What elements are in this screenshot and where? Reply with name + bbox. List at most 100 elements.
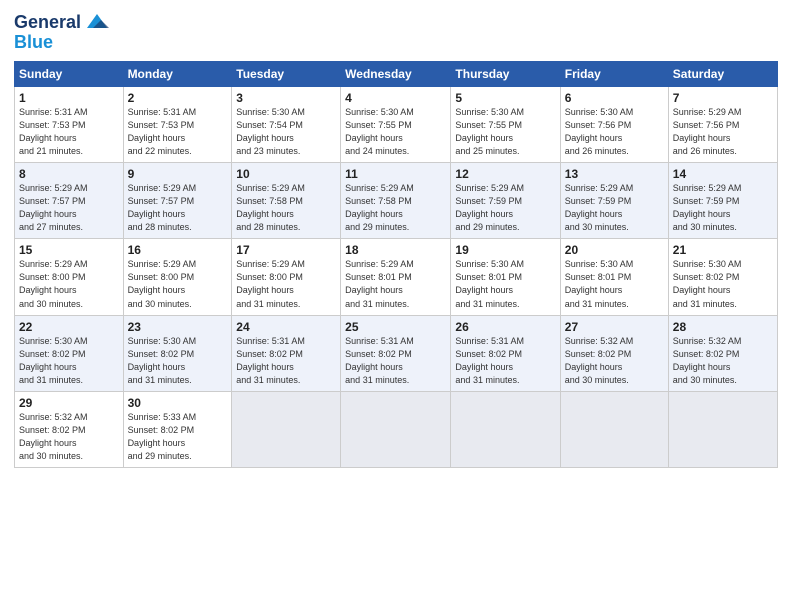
day-cell: 8 Sunrise: 5:29 AM Sunset: 7:57 PM Dayli… (15, 163, 124, 239)
day-number: 16 (128, 243, 228, 257)
day-number: 21 (673, 243, 773, 257)
empty-cell (668, 391, 777, 467)
day-info: Sunrise: 5:31 AM Sunset: 7:53 PM Dayligh… (128, 106, 228, 158)
day-number: 23 (128, 320, 228, 334)
day-cell: 11 Sunrise: 5:29 AM Sunset: 7:58 PM Dayl… (341, 163, 451, 239)
day-info: Sunrise: 5:29 AM Sunset: 7:57 PM Dayligh… (19, 182, 119, 234)
day-number: 11 (345, 167, 446, 181)
logo-icon (83, 8, 111, 36)
day-info: Sunrise: 5:30 AM Sunset: 8:01 PM Dayligh… (565, 258, 664, 310)
day-cell: 1 Sunrise: 5:31 AM Sunset: 7:53 PM Dayli… (15, 87, 124, 163)
empty-cell (232, 391, 341, 467)
day-info: Sunrise: 5:31 AM Sunset: 8:02 PM Dayligh… (236, 335, 336, 387)
col-tuesday: Tuesday (232, 62, 341, 87)
day-info: Sunrise: 5:29 AM Sunset: 8:00 PM Dayligh… (19, 258, 119, 310)
day-cell: 29 Sunrise: 5:32 AM Sunset: 8:02 PM Dayl… (15, 391, 124, 467)
weekday-header-row: Sunday Monday Tuesday Wednesday Thursday… (15, 62, 778, 87)
day-cell: 28 Sunrise: 5:32 AM Sunset: 8:02 PM Dayl… (668, 315, 777, 391)
day-number: 2 (128, 91, 228, 105)
day-cell: 19 Sunrise: 5:30 AM Sunset: 8:01 PM Dayl… (451, 239, 560, 315)
day-cell: 18 Sunrise: 5:29 AM Sunset: 8:01 PM Dayl… (341, 239, 451, 315)
empty-cell (560, 391, 668, 467)
day-number: 3 (236, 91, 336, 105)
day-info: Sunrise: 5:30 AM Sunset: 7:54 PM Dayligh… (236, 106, 336, 158)
day-info: Sunrise: 5:31 AM Sunset: 8:02 PM Dayligh… (345, 335, 446, 387)
day-cell: 7 Sunrise: 5:29 AM Sunset: 7:56 PM Dayli… (668, 87, 777, 163)
calendar-table: Sunday Monday Tuesday Wednesday Thursday… (14, 61, 778, 468)
day-number: 20 (565, 243, 664, 257)
calendar-row: 15 Sunrise: 5:29 AM Sunset: 8:00 PM Dayl… (15, 239, 778, 315)
day-info: Sunrise: 5:30 AM Sunset: 7:56 PM Dayligh… (565, 106, 664, 158)
day-info: Sunrise: 5:29 AM Sunset: 7:59 PM Dayligh… (565, 182, 664, 234)
day-info: Sunrise: 5:31 AM Sunset: 7:53 PM Dayligh… (19, 106, 119, 158)
day-cell: 24 Sunrise: 5:31 AM Sunset: 8:02 PM Dayl… (232, 315, 341, 391)
day-cell: 22 Sunrise: 5:30 AM Sunset: 8:02 PM Dayl… (15, 315, 124, 391)
calendar-row: 29 Sunrise: 5:32 AM Sunset: 8:02 PM Dayl… (15, 391, 778, 467)
day-cell: 23 Sunrise: 5:30 AM Sunset: 8:02 PM Dayl… (123, 315, 232, 391)
day-cell: 27 Sunrise: 5:32 AM Sunset: 8:02 PM Dayl… (560, 315, 668, 391)
empty-cell (451, 391, 560, 467)
calendar-page: General Blue Sunday Monday Tuesday Wedne… (0, 0, 792, 612)
day-number: 22 (19, 320, 119, 334)
day-cell: 25 Sunrise: 5:31 AM Sunset: 8:02 PM Dayl… (341, 315, 451, 391)
day-cell: 5 Sunrise: 5:30 AM Sunset: 7:55 PM Dayli… (451, 87, 560, 163)
day-number: 10 (236, 167, 336, 181)
day-info: Sunrise: 5:30 AM Sunset: 7:55 PM Dayligh… (455, 106, 555, 158)
day-number: 25 (345, 320, 446, 334)
day-cell: 10 Sunrise: 5:29 AM Sunset: 7:58 PM Dayl… (232, 163, 341, 239)
empty-cell (341, 391, 451, 467)
day-number: 14 (673, 167, 773, 181)
day-cell: 15 Sunrise: 5:29 AM Sunset: 8:00 PM Dayl… (15, 239, 124, 315)
day-number: 28 (673, 320, 773, 334)
day-number: 27 (565, 320, 664, 334)
day-cell: 20 Sunrise: 5:30 AM Sunset: 8:01 PM Dayl… (560, 239, 668, 315)
day-cell: 30 Sunrise: 5:33 AM Sunset: 8:02 PM Dayl… (123, 391, 232, 467)
day-info: Sunrise: 5:29 AM Sunset: 8:00 PM Dayligh… (128, 258, 228, 310)
day-info: Sunrise: 5:30 AM Sunset: 7:55 PM Dayligh… (345, 106, 446, 158)
day-cell: 16 Sunrise: 5:29 AM Sunset: 8:00 PM Dayl… (123, 239, 232, 315)
day-cell: 13 Sunrise: 5:29 AM Sunset: 7:59 PM Dayl… (560, 163, 668, 239)
day-number: 7 (673, 91, 773, 105)
day-number: 12 (455, 167, 555, 181)
day-info: Sunrise: 5:30 AM Sunset: 8:02 PM Dayligh… (19, 335, 119, 387)
day-number: 4 (345, 91, 446, 105)
day-info: Sunrise: 5:32 AM Sunset: 8:02 PM Dayligh… (673, 335, 773, 387)
col-sunday: Sunday (15, 62, 124, 87)
day-number: 30 (128, 396, 228, 410)
col-wednesday: Wednesday (341, 62, 451, 87)
header: General Blue (14, 10, 778, 53)
day-info: Sunrise: 5:29 AM Sunset: 7:59 PM Dayligh… (673, 182, 773, 234)
day-number: 15 (19, 243, 119, 257)
day-info: Sunrise: 5:32 AM Sunset: 8:02 PM Dayligh… (19, 411, 119, 463)
calendar-row: 22 Sunrise: 5:30 AM Sunset: 8:02 PM Dayl… (15, 315, 778, 391)
calendar-row: 8 Sunrise: 5:29 AM Sunset: 7:57 PM Dayli… (15, 163, 778, 239)
day-info: Sunrise: 5:32 AM Sunset: 8:02 PM Dayligh… (565, 335, 664, 387)
day-cell: 21 Sunrise: 5:30 AM Sunset: 8:02 PM Dayl… (668, 239, 777, 315)
day-cell: 2 Sunrise: 5:31 AM Sunset: 7:53 PM Dayli… (123, 87, 232, 163)
day-cell: 6 Sunrise: 5:30 AM Sunset: 7:56 PM Dayli… (560, 87, 668, 163)
day-info: Sunrise: 5:30 AM Sunset: 8:02 PM Dayligh… (128, 335, 228, 387)
logo: General Blue (14, 10, 111, 53)
day-info: Sunrise: 5:29 AM Sunset: 8:00 PM Dayligh… (236, 258, 336, 310)
day-info: Sunrise: 5:30 AM Sunset: 8:01 PM Dayligh… (455, 258, 555, 310)
day-number: 1 (19, 91, 119, 105)
day-cell: 26 Sunrise: 5:31 AM Sunset: 8:02 PM Dayl… (451, 315, 560, 391)
logo-text: General (14, 13, 81, 33)
day-cell: 9 Sunrise: 5:29 AM Sunset: 7:57 PM Dayli… (123, 163, 232, 239)
day-cell: 17 Sunrise: 5:29 AM Sunset: 8:00 PM Dayl… (232, 239, 341, 315)
col-saturday: Saturday (668, 62, 777, 87)
day-number: 9 (128, 167, 228, 181)
day-cell: 14 Sunrise: 5:29 AM Sunset: 7:59 PM Dayl… (668, 163, 777, 239)
day-info: Sunrise: 5:29 AM Sunset: 8:01 PM Dayligh… (345, 258, 446, 310)
col-monday: Monday (123, 62, 232, 87)
day-number: 6 (565, 91, 664, 105)
col-friday: Friday (560, 62, 668, 87)
day-number: 19 (455, 243, 555, 257)
day-info: Sunrise: 5:29 AM Sunset: 7:57 PM Dayligh… (128, 182, 228, 234)
day-number: 5 (455, 91, 555, 105)
day-info: Sunrise: 5:29 AM Sunset: 7:58 PM Dayligh… (345, 182, 446, 234)
day-info: Sunrise: 5:30 AM Sunset: 8:02 PM Dayligh… (673, 258, 773, 310)
calendar-row: 1 Sunrise: 5:31 AM Sunset: 7:53 PM Dayli… (15, 87, 778, 163)
day-number: 8 (19, 167, 119, 181)
day-number: 18 (345, 243, 446, 257)
